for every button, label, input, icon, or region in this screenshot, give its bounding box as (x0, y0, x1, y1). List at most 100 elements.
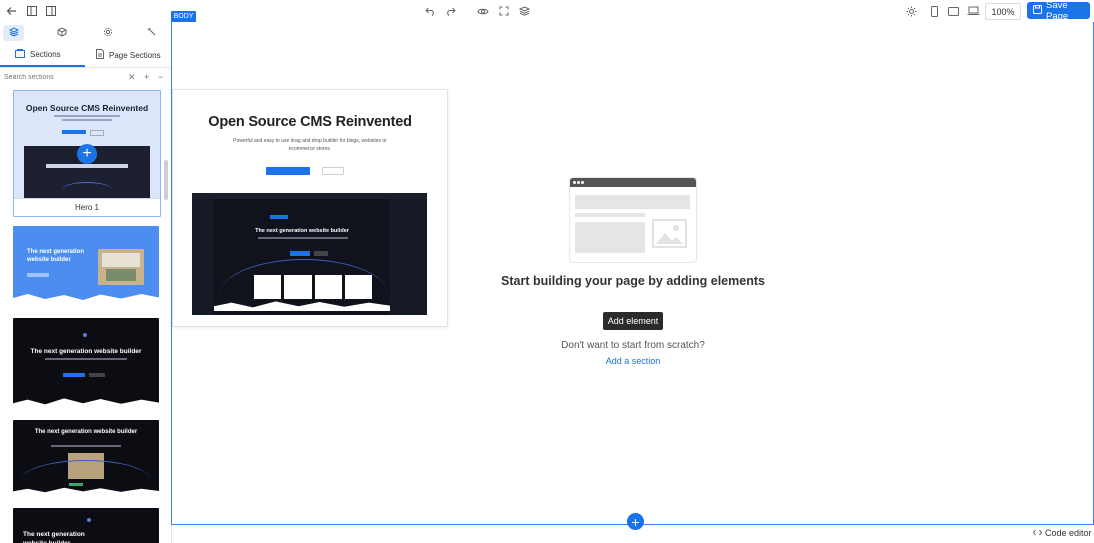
section-card-hero-1[interactable]: Open Source CMS Reinvented + Hero 1 (13, 90, 161, 217)
wrench-icon (147, 24, 157, 42)
panel-tabs (0, 22, 171, 44)
card-cta (62, 130, 86, 134)
preview-title: Open Source CMS Reinvented (208, 114, 412, 130)
save-icon (1033, 4, 1042, 17)
save-page-button[interactable]: Save Page (1027, 0, 1090, 22)
preview-feature-card (254, 275, 282, 299)
section-card-4[interactable]: The next generation website builder (13, 420, 159, 495)
card-title: The next generation website builder (34, 429, 138, 435)
section-card-5[interactable]: The next generation website builder (13, 508, 159, 543)
add-element-button[interactable]: Add element (603, 312, 663, 330)
sections-icon (15, 49, 25, 60)
code-icon (1032, 528, 1043, 538)
card-cta (69, 483, 83, 486)
card-photo (98, 249, 144, 285)
card-glow (87, 518, 91, 522)
card-title: Open Source CMS Reinvented (25, 103, 149, 113)
mobile-device-icon[interactable] (928, 5, 940, 17)
fullscreen-icon[interactable] (498, 5, 510, 17)
tab-sections[interactable]: Sections (15, 49, 61, 60)
preview-feature-card (284, 275, 312, 299)
tab-sections-label: Sections (30, 50, 61, 59)
clear-search-icon[interactable]: ✕ (128, 72, 136, 83)
preview-subtitle: Powerful and easy to use drag and drop b… (233, 138, 387, 152)
undo-icon[interactable] (424, 5, 436, 17)
search-sections-input[interactable] (4, 70, 119, 85)
back-arrow-icon[interactable] (5, 5, 17, 17)
tablet-device-icon[interactable] (947, 5, 959, 17)
card-title: The next generation website builder (23, 531, 85, 543)
preview-inner-heading: The next generation website builder (255, 228, 349, 234)
tab-page-sections-label: Page Sections (109, 50, 161, 60)
tab-tools[interactable] (141, 25, 162, 41)
empty-state-title: Start building your page by adding eleme… (501, 274, 765, 288)
card-glow (83, 333, 87, 337)
preview-shot-sidebar (192, 199, 214, 315)
panel-right-icon[interactable] (45, 5, 57, 17)
section-card-3[interactable]: The next generation website builder (13, 318, 159, 408)
preview-feature-card (314, 275, 342, 299)
preview-shot-features (254, 275, 372, 299)
card-label: Hero 1 (14, 198, 160, 216)
card-arc (21, 460, 151, 495)
add-section-icon[interactable]: + (144, 72, 149, 82)
collapse-icon[interactable]: − (158, 72, 163, 82)
preview-shot-cta-secondary (314, 251, 328, 256)
eye-preview-icon[interactable] (477, 5, 489, 17)
page-icon (96, 49, 104, 61)
card-title: The next generation website builder (30, 348, 142, 355)
preview-primary-button (266, 167, 310, 175)
tab-layers[interactable] (3, 25, 24, 41)
panel-left-icon[interactable] (26, 5, 38, 17)
illustration-window-bar (570, 178, 696, 187)
card-cta (27, 273, 49, 277)
top-toolbar: 100% Save Page (0, 0, 1094, 23)
card-inner-line (46, 164, 128, 168)
tab-settings[interactable] (97, 25, 118, 41)
layers-icon (8, 24, 19, 42)
left-panel: Sections Page Sections ✕ + − Open Source… (0, 22, 172, 543)
add-section-plus-icon[interactable]: + (77, 144, 97, 164)
preview-secondary-button (322, 167, 344, 175)
code-editor-label: Code editor (1045, 528, 1092, 538)
save-button-label: Save Page (1046, 0, 1069, 22)
gear-icon (103, 24, 113, 42)
card-text-line (54, 115, 120, 117)
scratch-prompt-text: Don't want to start from scratch? (561, 340, 705, 351)
window-dot (581, 181, 584, 184)
photo-window (102, 253, 140, 267)
window-dot (577, 181, 580, 184)
illustration-block (575, 213, 645, 217)
code-editor-button[interactable]: Code editor (1032, 528, 1092, 538)
card-text-line (51, 445, 121, 447)
body-tag-label: BODY (171, 11, 196, 22)
section-cards-list: Open Source CMS Reinvented + Hero 1 The … (13, 90, 161, 543)
card-title: The next generation website builder (27, 249, 85, 263)
card-wave (13, 294, 159, 302)
card-cta-secondary (90, 130, 104, 136)
add-section-link[interactable]: Add a section (558, 356, 708, 366)
tab-blocks[interactable] (51, 25, 72, 41)
card-cta-secondary (89, 373, 105, 377)
preview-shot-tag (270, 215, 288, 219)
preview-shot-line (258, 237, 348, 239)
sections-scrollbar[interactable] (164, 160, 168, 200)
section-card-2[interactable]: The next generation website builder (13, 226, 159, 302)
zoom-level[interactable]: 100% (985, 3, 1021, 20)
sun-theme-icon[interactable] (905, 5, 917, 17)
window-dot (573, 181, 576, 184)
illustration-block (575, 222, 645, 253)
search-row: ✕ + − (0, 68, 171, 88)
tab-page-sections[interactable]: Page Sections (96, 49, 161, 61)
layers-stack-icon[interactable] (518, 5, 530, 17)
cube-icon (57, 24, 67, 42)
card-wave (13, 398, 159, 408)
card-cta (63, 373, 85, 377)
image-placeholder-icon (652, 219, 687, 248)
add-block-plus-icon[interactable]: + (627, 513, 644, 530)
section-preview-popover: Open Source CMS Reinvented Powerful and … (172, 89, 448, 327)
laptop-device-icon[interactable] (967, 5, 980, 17)
redo-icon[interactable] (444, 5, 456, 17)
preview-feature-card (344, 275, 372, 299)
preview-shot-cta (290, 251, 310, 256)
